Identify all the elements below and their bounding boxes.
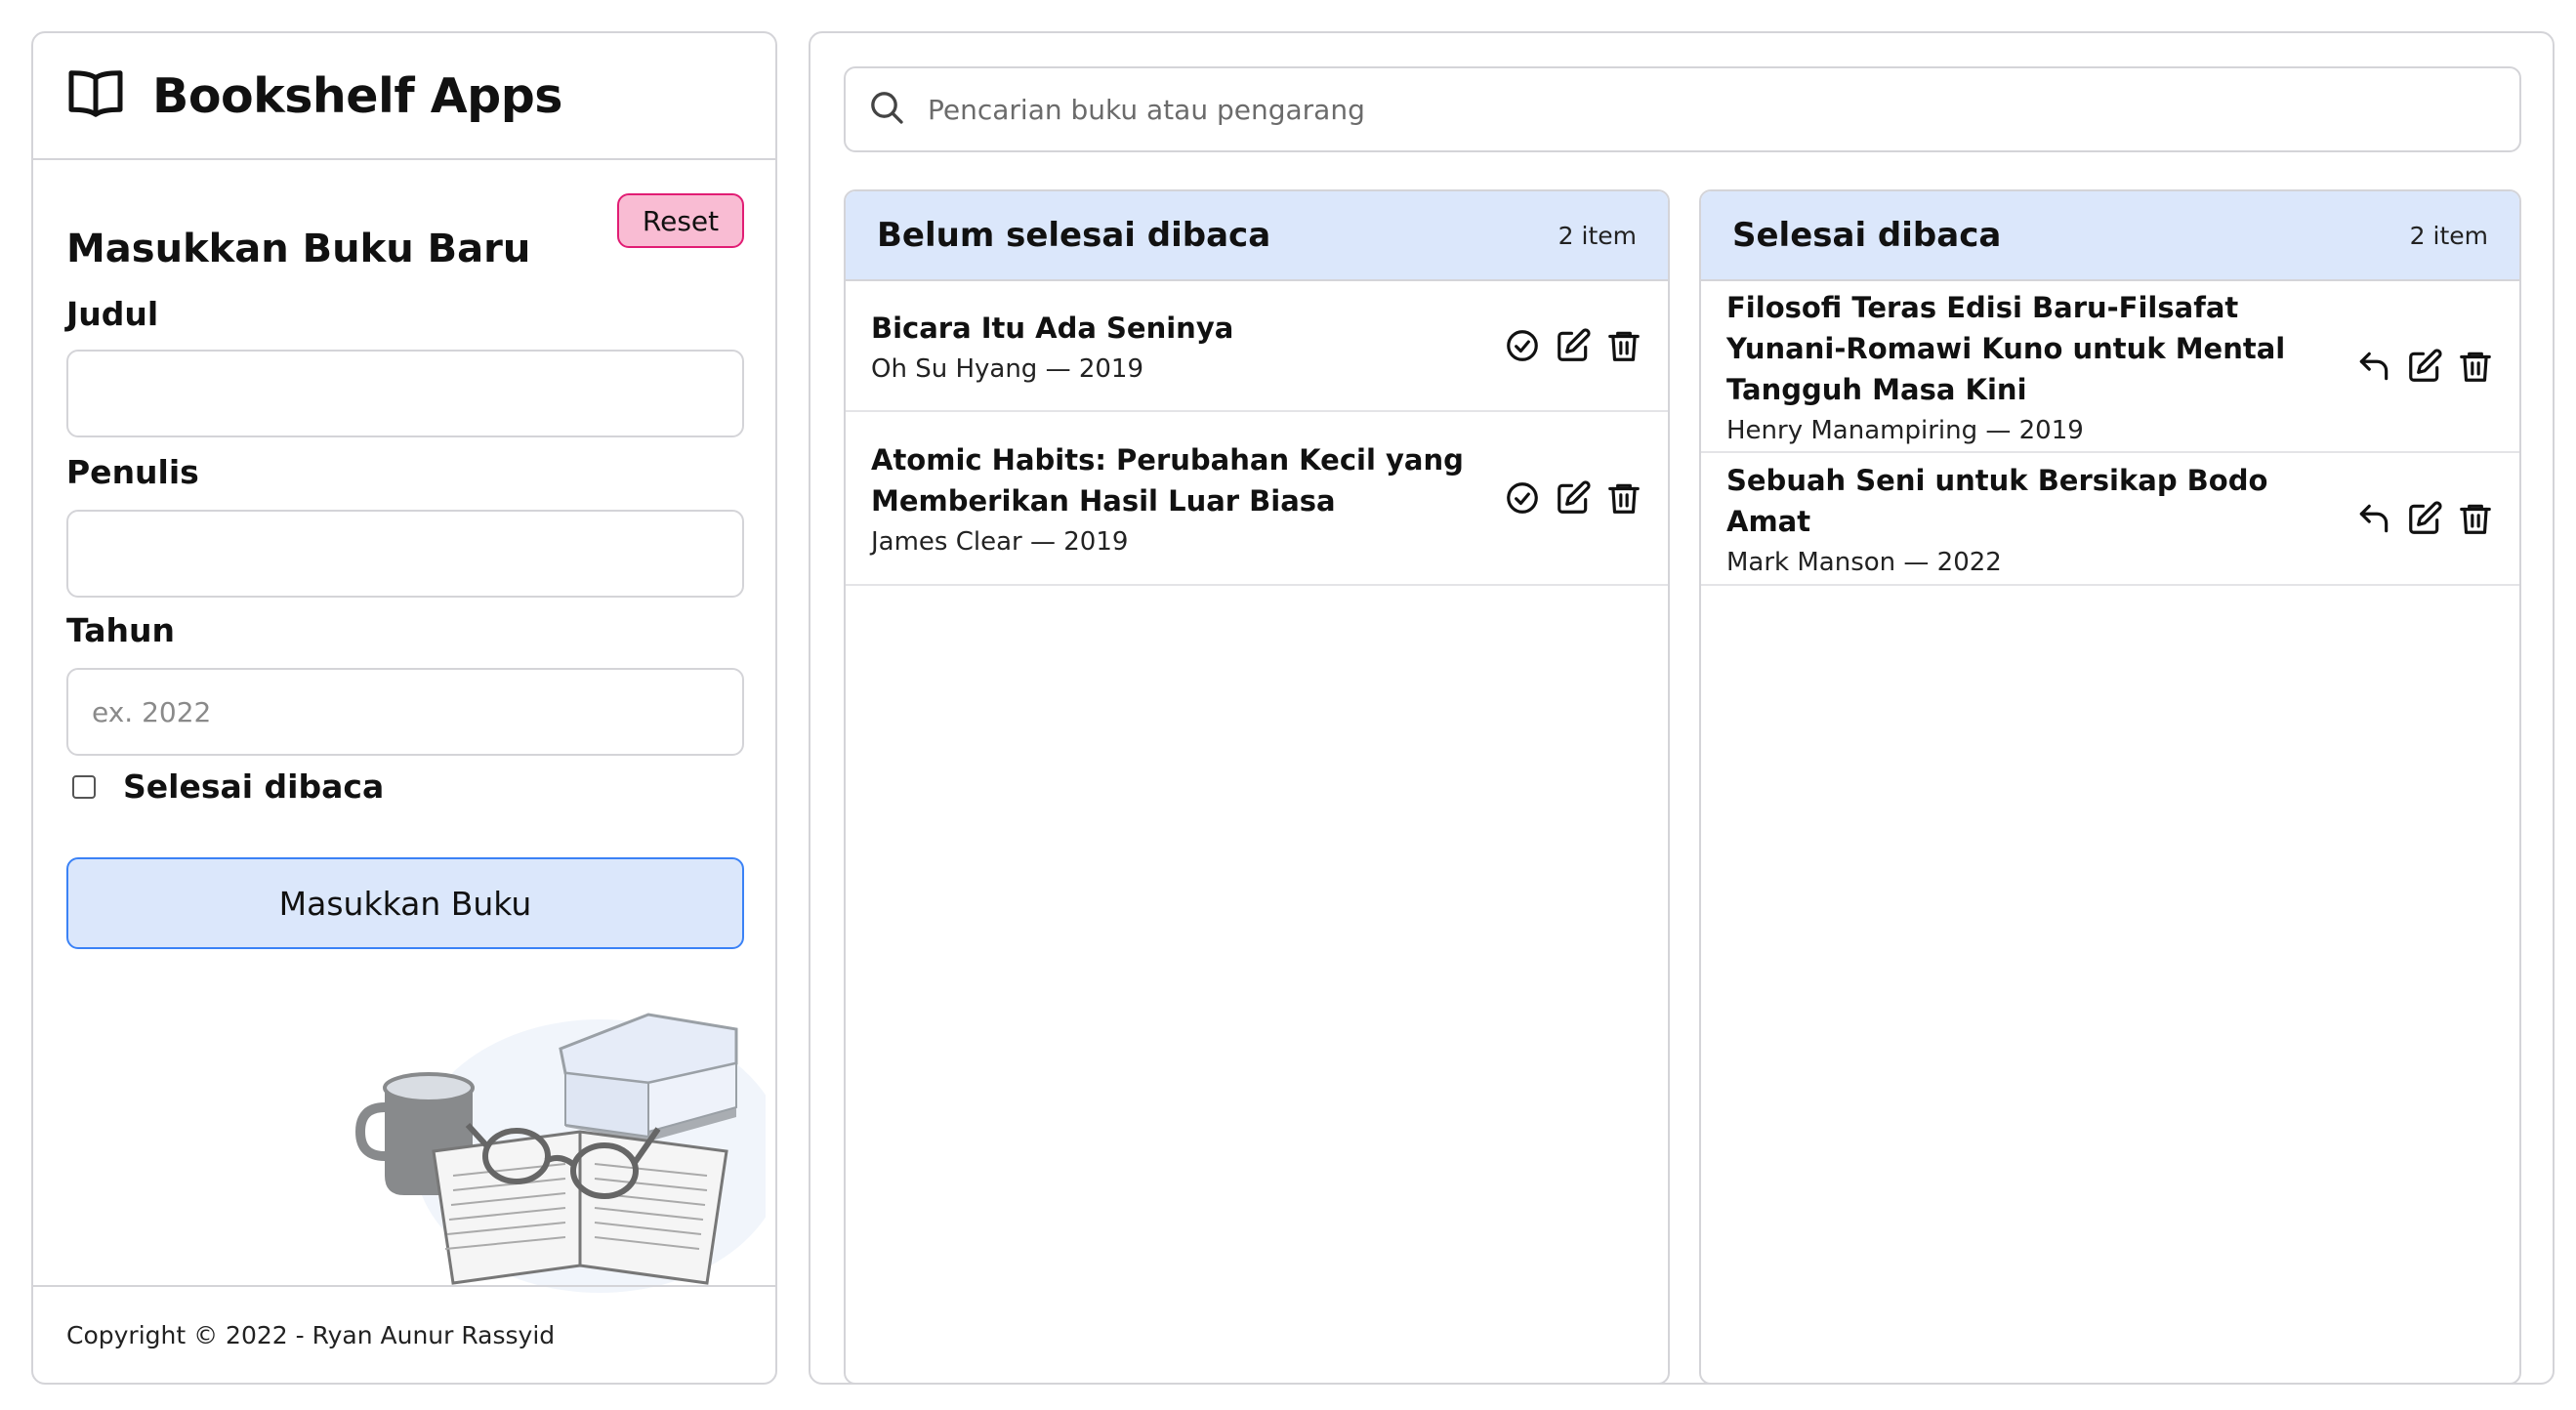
search-input[interactable] [926, 92, 2519, 127]
trash-icon[interactable] [2457, 500, 2494, 537]
book-meta: James Clear — 2019 [871, 527, 1129, 557]
book-title: Atomic Habits: Perubahan Kecil yang Memb… [871, 443, 1464, 518]
read-list-title: Selesai dibaca [1732, 216, 2002, 255]
title-label: Judul [66, 295, 159, 333]
unread-list-title: Belum selesai dibaca [877, 216, 1271, 255]
check-circle-icon[interactable] [1504, 327, 1541, 364]
book-meta: Oh Su Hyang — 2019 [871, 354, 1144, 384]
app-title: Bookshelf Apps [152, 67, 562, 124]
edit-icon[interactable] [1555, 479, 1592, 517]
book-item: Filosofi Teras Edisi Baru-Filsafat Yunan… [1701, 281, 2519, 453]
book-form-panel: Bookshelf Apps Masukkan Buku Baru Reset … [31, 31, 777, 1385]
check-circle-icon[interactable] [1504, 479, 1541, 517]
book-title: Bicara Itu Ada Seninya [871, 311, 1234, 345]
reset-button[interactable]: Reset [617, 193, 744, 248]
undo-arrow-icon[interactable] [2355, 500, 2392, 537]
search-bar[interactable] [844, 66, 2521, 152]
trash-icon[interactable] [2457, 348, 2494, 385]
read-list-header: Selesai dibaca 2 item [1701, 191, 2519, 281]
copyright-text: Copyright © 2022 - Ryan Aunur Rassyid [66, 1320, 556, 1349]
edit-icon[interactable] [1555, 327, 1592, 364]
book-title: Sebuah Seni untuk Bersikap Bodo Amat [1726, 464, 2268, 538]
trash-icon[interactable] [1605, 327, 1642, 364]
book-meta: Henry Manampiring — 2019 [1726, 416, 2084, 445]
year-input[interactable] [66, 668, 744, 756]
author-input[interactable] [66, 510, 744, 598]
submit-book-button[interactable]: Masukkan Buku [66, 857, 744, 949]
book-open-icon [66, 68, 152, 123]
unread-list-header: Belum selesai dibaca 2 item [846, 191, 1668, 281]
author-label: Penulis [66, 453, 199, 491]
edit-icon[interactable] [2406, 348, 2443, 385]
footer: Copyright © 2022 - Ryan Aunur Rassyid [33, 1285, 775, 1383]
finished-checkbox[interactable] [72, 774, 96, 799]
read-count: 2 item [2409, 221, 2488, 250]
form-heading: Masukkan Buku Baru [66, 227, 531, 271]
year-label: Tahun [66, 611, 176, 649]
edit-icon[interactable] [2406, 500, 2443, 537]
book-item: Sebuah Seni untuk Bersikap Bodo Amat Mar… [1701, 453, 2519, 586]
title-input[interactable] [66, 350, 744, 437]
app-header: Bookshelf Apps [33, 33, 775, 160]
bookshelf-panel: Belum selesai dibaca 2 item Bicara Itu A… [809, 31, 2555, 1385]
finished-checkbox-row: Selesai dibaca [72, 767, 384, 806]
trash-icon[interactable] [1605, 479, 1642, 517]
book-item: Atomic Habits: Perubahan Kecil yang Memb… [846, 412, 1668, 586]
unread-list: Belum selesai dibaca 2 item Bicara Itu A… [844, 189, 1670, 1385]
book-title: Filosofi Teras Edisi Baru-Filsafat Yunan… [1726, 291, 2286, 406]
search-icon [867, 88, 926, 131]
book-item: Bicara Itu Ada Seninya Oh Su Hyang — 201… [846, 281, 1668, 412]
read-list: Selesai dibaca 2 item Filosofi Teras Edi… [1699, 189, 2521, 1385]
book-meta: Mark Manson — 2022 [1726, 548, 2002, 577]
finished-checkbox-label[interactable]: Selesai dibaca [123, 767, 384, 806]
undo-arrow-icon[interactable] [2355, 348, 2392, 385]
reading-illustration [355, 1013, 766, 1293]
unread-count: 2 item [1558, 221, 1637, 250]
